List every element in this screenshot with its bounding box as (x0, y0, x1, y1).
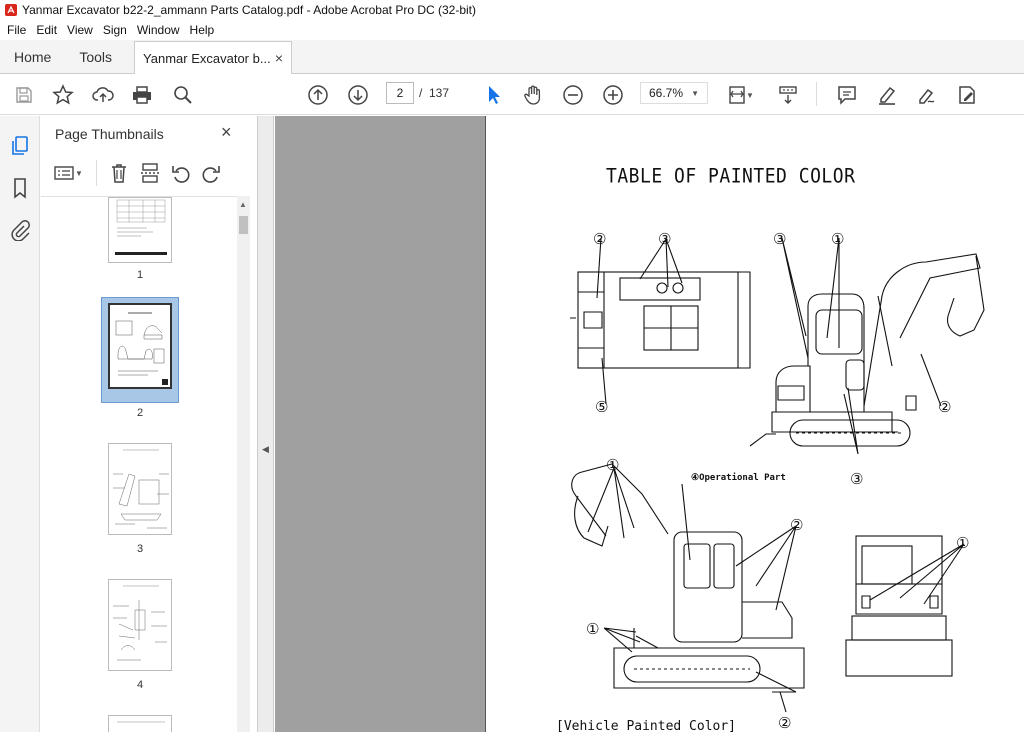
page-thumbnail-1[interactable] (108, 197, 172, 263)
menu-file[interactable]: File (7, 23, 26, 37)
thumbnail-scrollbar[interactable]: ▲ (237, 196, 250, 732)
callout-1: ① (956, 534, 969, 552)
bookmarks-icon[interactable] (8, 176, 32, 200)
previous-page-icon[interactable] (306, 83, 330, 107)
hand-tool-icon[interactable] (521, 83, 545, 107)
rotate-clockwise-icon[interactable] (200, 162, 222, 184)
chevron-down-icon: ▼ (691, 88, 699, 98)
panel-close-button[interactable]: × (221, 122, 232, 143)
delete-page-trash-icon[interactable] (108, 162, 130, 184)
thumbnail-list: 1 2 3 4 (41, 196, 237, 732)
select-cursor-icon[interactable] (482, 83, 506, 107)
sign-pen-icon[interactable] (915, 83, 939, 107)
cloud-upload-icon[interactable] (91, 83, 115, 107)
page-total: 137 (429, 86, 450, 100)
tools-divider (96, 160, 97, 186)
fill-sign-icon[interactable] (955, 83, 979, 107)
vehicle-painted-color-label: [Vehicle Painted Color] (556, 719, 737, 732)
zoom-level-select[interactable]: 66.7% ▼ (640, 82, 708, 104)
callout-1: ① (831, 230, 844, 248)
menu-view[interactable]: View (67, 23, 93, 37)
scroll-up-arrow-icon[interactable]: ▲ (239, 200, 247, 209)
panel-splitter[interactable]: ◀ (258, 116, 274, 732)
callout-1: ① (606, 456, 619, 474)
scrollbar-thumb[interactable] (239, 216, 248, 234)
pdf-page: ② ③ ⑤ ③ ① ② ③ ① ② ① ① ② TABLE OF PAINTED… (485, 116, 1024, 732)
toolbar-divider (816, 82, 817, 106)
tab-tools[interactable]: Tools (65, 40, 126, 73)
callout-2: ② (790, 516, 803, 534)
search-icon[interactable] (171, 83, 195, 107)
callout-5: ⑤ (595, 398, 608, 416)
callout-1: ① (586, 620, 599, 638)
page-separator: / (419, 86, 423, 100)
menu-edit[interactable]: Edit (36, 23, 57, 37)
zoom-out-icon[interactable] (561, 83, 585, 107)
tab-bar: Home Tools Yanmar Excavator b... × (0, 40, 1024, 74)
tab-home[interactable]: Home (0, 40, 65, 73)
callout-3: ③ (850, 470, 863, 488)
menu-window[interactable]: Window (137, 23, 180, 37)
callout-3: ③ (658, 230, 671, 248)
document-heading: TABLE OF PAINTED COLOR (606, 164, 856, 189)
menu-help[interactable]: Help (190, 23, 215, 37)
menu-bar: File Edit View Sign Window Help (0, 20, 1024, 40)
thumbnail-options-icon[interactable] (53, 162, 75, 184)
panel-title: Page Thumbnails (55, 126, 164, 142)
save-icon[interactable] (12, 83, 36, 107)
callout-2: ② (593, 230, 606, 248)
comment-icon[interactable] (835, 83, 859, 107)
attachments-paperclip-icon[interactable] (8, 218, 32, 242)
rotate-counterclockwise-icon[interactable] (170, 162, 192, 184)
acrobat-app-icon (5, 4, 17, 16)
page-number-input[interactable]: 2 (386, 82, 414, 104)
page-thumbnails-panel: Page Thumbnails × ▼ 1 2 3 4 ▲ (41, 116, 258, 732)
page-thumbnail-3[interactable] (108, 443, 172, 535)
callout-3: ③ (773, 230, 786, 248)
tab-document-label: Yanmar Excavator b... (143, 50, 271, 66)
document-view[interactable]: ② ③ ⑤ ③ ① ② ③ ① ② ① ① ② TABLE OF PAINTED… (275, 116, 1024, 732)
chevron-down-icon[interactable]: ▼ (73, 162, 85, 184)
insert-page-icon[interactable] (139, 162, 161, 184)
page-thumbnail-5[interactable] (108, 715, 172, 732)
page-thumbnail-4[interactable] (108, 579, 172, 671)
thumbnail-tools: ▼ (41, 156, 246, 192)
page-thumbnail-2[interactable] (108, 303, 172, 389)
zoom-level-value: 66.7% (649, 86, 684, 100)
fit-page-chevron-icon[interactable]: ▼ (744, 83, 756, 107)
excavator-diagram: ② ③ ⑤ ③ ① ② ③ ① ② ① ① ② (570, 230, 985, 732)
page-number-label: 1 (136, 269, 144, 281)
tab-document[interactable]: Yanmar Excavator b... × (134, 41, 293, 74)
page-thumbnails-icon[interactable] (8, 134, 32, 158)
page-number-label: 3 (136, 543, 144, 555)
operational-part-label: ④Operational Part (691, 473, 786, 483)
left-rail (0, 116, 40, 732)
callout-2: ② (778, 714, 791, 732)
page-number-label: 2 (136, 407, 144, 419)
tab-close-button[interactable]: × (275, 50, 283, 66)
collapse-panel-arrow-icon[interactable]: ◀ (262, 444, 269, 455)
scrolling-mode-icon[interactable] (776, 83, 800, 107)
bookmark-star-icon[interactable] (51, 83, 75, 107)
title-bar: Yanmar Excavator b22-2_ammann Parts Cata… (0, 0, 1024, 20)
print-icon[interactable] (130, 83, 154, 107)
highlight-pen-icon[interactable] (875, 83, 899, 107)
zoom-in-icon[interactable] (601, 83, 625, 107)
menu-sign[interactable]: Sign (103, 23, 127, 37)
callout-2: ② (938, 398, 951, 416)
window-title: Yanmar Excavator b22-2_ammann Parts Cata… (22, 3, 477, 17)
page-number-label: 4 (136, 679, 144, 691)
next-page-icon[interactable] (346, 83, 370, 107)
